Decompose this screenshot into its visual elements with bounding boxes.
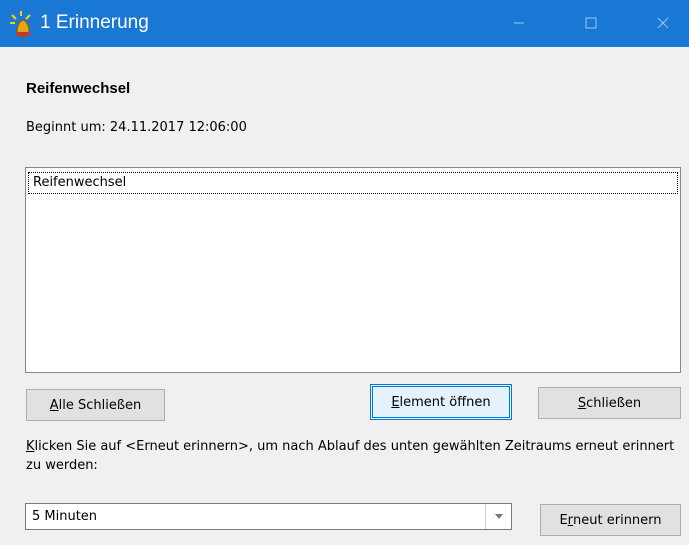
maximize-icon <box>585 14 597 33</box>
mnemonic: S <box>577 395 587 411</box>
minimize-icon <box>513 14 525 33</box>
open-item-button[interactable]: Element öffnen <box>370 384 512 420</box>
button-label: chließen <box>586 395 642 411</box>
minimize-button[interactable] <box>496 0 542 47</box>
close-button[interactable] <box>640 0 686 47</box>
reminder-subject: Reifenwechsel <box>26 80 131 97</box>
snooze-interval-select[interactable]: 5 Minuten <box>25 503 512 530</box>
reminder-list[interactable]: Reifenwechsel <box>25 167 681 373</box>
reminder-bell-icon <box>8 9 38 39</box>
hint-text: licken Sie auf <Erneut erinnern>, um nac… <box>26 439 675 473</box>
button-label: neut erinnern <box>573 512 662 528</box>
maximize-button[interactable] <box>568 0 614 47</box>
button-label: lle Schließen <box>58 397 142 413</box>
dismiss-button[interactable]: Schließen <box>538 387 681 419</box>
focus-border <box>372 386 510 418</box>
dismiss-all-button[interactable]: Alle Schließen <box>26 389 165 421</box>
mnemonic: A <box>49 397 59 413</box>
begin-time: Beginnt um: 24.11.2017 12:06:00 <box>26 120 247 135</box>
window-title: 1 Erinnerung <box>40 12 149 33</box>
title-bar[interactable]: 1 Erinnerung <box>0 0 689 47</box>
button-label-prefix: E <box>559 512 568 528</box>
snooze-hint: Klicken Sie auf <Erneut erinnern>, um na… <box>26 437 676 475</box>
reminder-window: 1 Erinnerung Reifenwechsel Beginnt um: 2… <box>0 0 689 545</box>
snooze-button[interactable]: Er neut erinnern <box>540 504 681 536</box>
chevron-down-icon[interactable] <box>485 504 511 529</box>
select-value: 5 Minuten <box>32 509 98 524</box>
close-icon <box>657 14 669 33</box>
mnemonic: K <box>26 439 35 454</box>
list-item[interactable]: Reifenwechsel <box>28 172 678 194</box>
